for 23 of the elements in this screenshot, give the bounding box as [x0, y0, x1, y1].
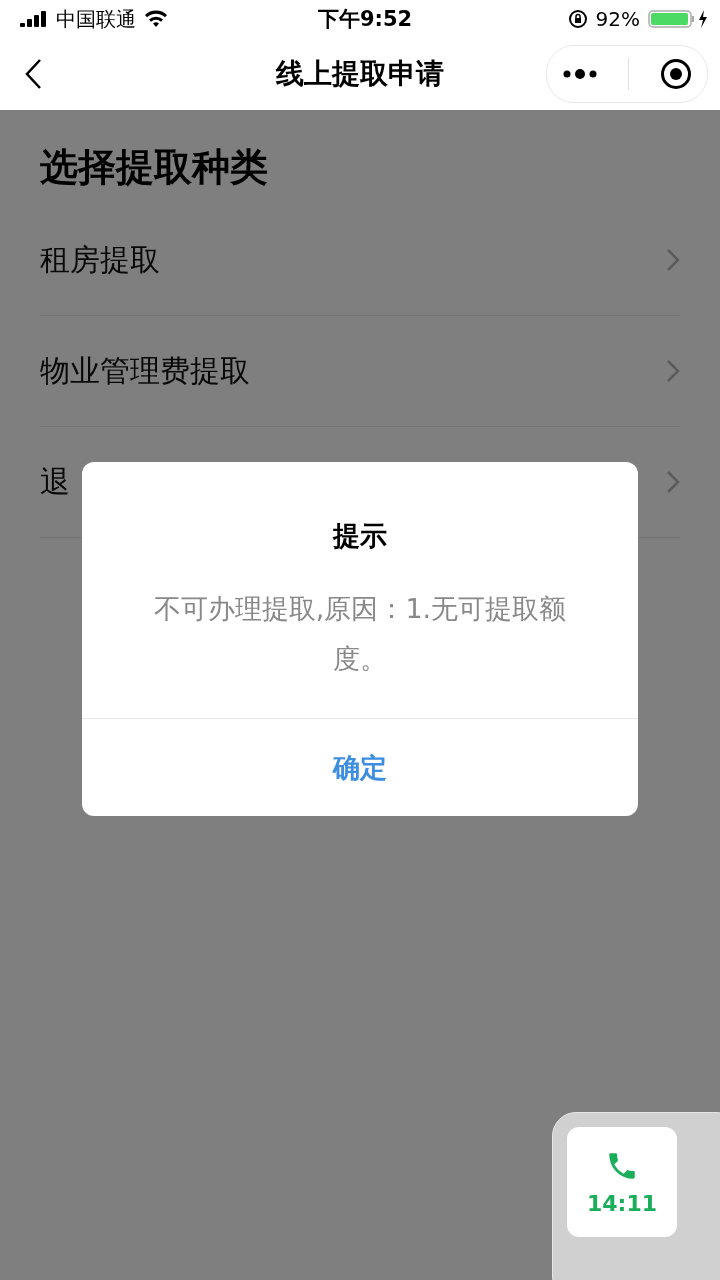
more-icon[interactable]	[562, 69, 599, 79]
close-icon[interactable]	[659, 58, 692, 90]
status-time: 下午9:52	[317, 6, 413, 33]
rotation-lock-icon	[567, 9, 588, 29]
wifi-icon	[144, 10, 168, 28]
signal-icon	[20, 11, 48, 27]
battery-charging-icon	[648, 9, 710, 29]
battery-percentage: 92%	[595, 7, 640, 31]
call-duration: 14:11	[587, 1190, 657, 1216]
section-heading: 选择提取种类	[40, 144, 269, 191]
chevron-icon	[666, 248, 680, 272]
call-widget[interactable]: 14:11	[552, 1112, 720, 1280]
confirm-button[interactable]: 确定	[82, 718, 638, 816]
dialog-title: 提示	[333, 519, 387, 553]
carrier-name: 中国联通	[56, 5, 136, 33]
chevron-icon	[666, 359, 680, 383]
dialog-message: 不可办理提取,原因：1.无可提取额度。	[152, 592, 568, 676]
back-icon[interactable]	[24, 58, 42, 90]
page-title: 线上提取申请	[276, 56, 444, 92]
category-label[interactable]: 物业管理费提取	[40, 350, 250, 392]
category-label[interactable]: 租房提取	[40, 239, 160, 281]
category-label[interactable]: 退	[40, 461, 70, 503]
chevron-icon	[666, 470, 680, 494]
